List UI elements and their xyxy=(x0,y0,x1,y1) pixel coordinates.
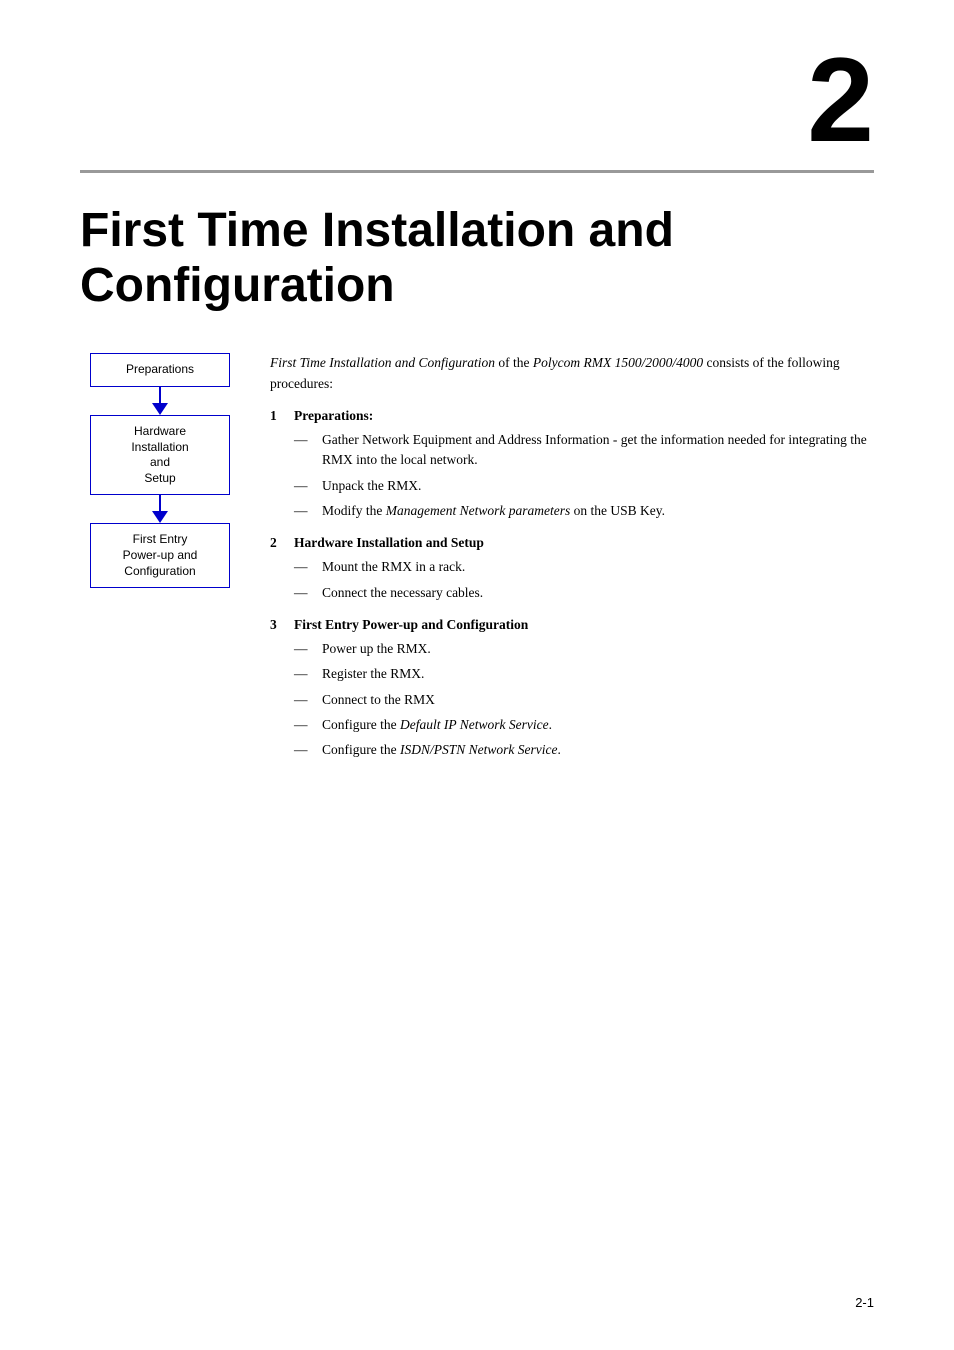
sub-item-text-1-2: Unpack the RMX. xyxy=(322,476,421,496)
procedure-num-1: 1 xyxy=(270,406,286,426)
dash-3-3: — xyxy=(294,690,314,710)
dash-2-2: — xyxy=(294,583,314,603)
sub-item-3-5: — Configure the ISDN/PSTN Network Servic… xyxy=(294,740,874,760)
dash-3-4: — xyxy=(294,715,314,735)
dash-3-2: — xyxy=(294,664,314,684)
chapter-title: First Time Installation andConfiguration xyxy=(80,203,874,313)
sub-item-1-2: — Unpack the RMX. xyxy=(294,476,874,496)
dash-1-3: — xyxy=(294,501,314,521)
sub-item-italic-3-5: ISDN/PSTN Network Service xyxy=(400,742,557,757)
procedure-item-1: 1 Preparations: — Gather Network Equipme… xyxy=(270,406,874,521)
dash-1-2: — xyxy=(294,476,314,496)
dash-3-5: — xyxy=(294,740,314,760)
flowchart-box-hardware: HardwareInstallationandSetup xyxy=(90,415,230,495)
sub-item-1-3: — Modify the Management Network paramete… xyxy=(294,501,874,521)
arrow-2 xyxy=(152,495,168,523)
procedure-label-2: Hardware Installation and Setup xyxy=(294,533,484,553)
sub-item-text-2-1: Mount the RMX in a rack. xyxy=(322,557,465,577)
flowchart-box-first-entry: First EntryPower-up andConfiguration xyxy=(90,523,230,588)
intro-italic-title: First Time Installation and Configuratio… xyxy=(270,355,495,370)
procedure-label-3: First Entry Power-up and Configuration xyxy=(294,615,528,635)
sub-item-text-3-4: Configure the Default IP Network Service… xyxy=(322,715,552,735)
procedure-label-1: Preparations: xyxy=(294,406,373,426)
content-area: Preparations HardwareInstallationandSetu… xyxy=(80,353,874,772)
description-area: First Time Installation and Configuratio… xyxy=(270,353,874,772)
procedure-item-3: 3 First Entry Power-up and Configuration… xyxy=(270,615,874,761)
sub-item-italic-3-4: Default IP Network Service xyxy=(400,717,549,732)
dash-3-1: — xyxy=(294,639,314,659)
procedure-num-3: 3 xyxy=(270,615,286,635)
dash-1-1: — xyxy=(294,430,314,450)
intro-paragraph: First Time Installation and Configuratio… xyxy=(270,353,874,394)
sub-list-2: — Mount the RMX in a rack. — Connect the… xyxy=(294,557,874,603)
arrow-line-2 xyxy=(159,495,161,511)
procedure-heading-1: 1 Preparations: xyxy=(270,406,874,426)
arrow-head-1 xyxy=(152,403,168,415)
sub-item-3-2: — Register the RMX. xyxy=(294,664,874,684)
sub-item-text-3-5: Configure the ISDN/PSTN Network Service. xyxy=(322,740,561,760)
arrow-head-2 xyxy=(152,511,168,523)
arrow-line-1 xyxy=(159,387,161,403)
sub-item-3-3: — Connect to the RMX xyxy=(294,690,874,710)
sub-item-3-1: — Power up the RMX. xyxy=(294,639,874,659)
chapter-number: 2 xyxy=(80,40,874,160)
procedure-item-2: 2 Hardware Installation and Setup — Moun… xyxy=(270,533,874,603)
sub-item-2-1: — Mount the RMX in a rack. xyxy=(294,557,874,577)
flowchart-box-preparations: Preparations xyxy=(90,353,230,387)
sub-item-3-4: — Configure the Default IP Network Servi… xyxy=(294,715,874,735)
intro-product-name: Polycom RMX 1500/2000/4000 xyxy=(533,355,703,370)
sub-item-text-1-3: Modify the Management Network parameters… xyxy=(322,501,665,521)
sub-item-2-2: — Connect the necessary cables. xyxy=(294,583,874,603)
arrow-1 xyxy=(152,387,168,415)
sub-item-text-3-1: Power up the RMX. xyxy=(322,639,431,659)
page-number: 2-1 xyxy=(855,1295,874,1310)
dash-2-1: — xyxy=(294,557,314,577)
sub-item-text-3-2: Register the RMX. xyxy=(322,664,424,684)
sub-item-1-1: — Gather Network Equipment and Address I… xyxy=(294,430,874,471)
procedure-num-2: 2 xyxy=(270,533,286,553)
page-container: 2 First Time Installation andConfigurati… xyxy=(0,0,954,1350)
flowchart: Preparations HardwareInstallationandSetu… xyxy=(80,353,240,588)
sub-list-1: — Gather Network Equipment and Address I… xyxy=(294,430,874,521)
procedures-list: 1 Preparations: — Gather Network Equipme… xyxy=(270,406,874,761)
sub-item-italic-1-3: Management Network parameters xyxy=(386,503,570,518)
horizontal-rule xyxy=(80,170,874,173)
procedure-heading-3: 3 First Entry Power-up and Configuration xyxy=(270,615,874,635)
sub-item-text-1-1: Gather Network Equipment and Address Inf… xyxy=(322,430,874,471)
sub-list-3: — Power up the RMX. — Register the RMX. … xyxy=(294,639,874,760)
sub-item-text-3-3: Connect to the RMX xyxy=(322,690,435,710)
procedure-heading-2: 2 Hardware Installation and Setup xyxy=(270,533,874,553)
sub-item-text-2-2: Connect the necessary cables. xyxy=(322,583,483,603)
